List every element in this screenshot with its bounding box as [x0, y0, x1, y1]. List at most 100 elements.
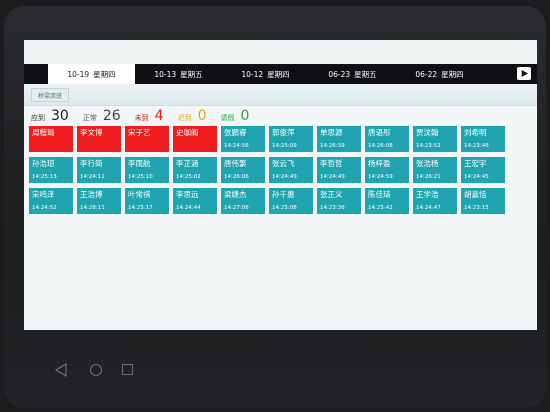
check-in-time: 14:26:08: [368, 143, 393, 149]
stat-late-label: 迟到: [177, 114, 192, 122]
student-name: 王浩博: [80, 190, 103, 199]
student-card[interactable]: 唐伟繁 14:26:06: [221, 157, 265, 183]
student-name: 叶常祺: [128, 190, 151, 199]
student-card[interactable]: 单思源 14:26:59: [317, 126, 361, 152]
class-tab[interactable]: 桥梁双班: [31, 88, 70, 102]
student-card[interactable]: 叶常祺 14:25:17: [125, 188, 169, 214]
student-name: 宋鸣泽: [32, 190, 55, 199]
student-card[interactable]: 孙千惠 14:25:08: [269, 188, 313, 214]
stat-late-value: 0: [197, 108, 207, 124]
student-name: 孙浩琼: [32, 159, 55, 168]
student-card[interactable]: 张云飞 14:24:49: [269, 157, 313, 183]
check-in-time: 14:26:21: [416, 174, 441, 180]
tab-06-23[interactable]: 06-23 星期五: [309, 64, 396, 84]
student-card[interactable]: 胡嘉恬 14:23:15: [461, 188, 505, 214]
check-in-time: 14:23:46: [464, 143, 489, 149]
stat-absent-label: 未到: [134, 114, 149, 122]
next-button[interactable]: [517, 67, 531, 80]
back-icon[interactable]: [54, 363, 68, 377]
tab-10-19[interactable]: 10-19 星期四: [48, 64, 135, 84]
stat-late: 迟到 0: [178, 108, 207, 124]
stat-due-label: 应到: [31, 114, 45, 122]
student-card[interactable]: 李思远 14:24:44: [173, 188, 217, 214]
student-name: 刘希明: [464, 128, 487, 137]
student-card[interactable]: 宋鸣泽 14:24:52: [29, 188, 73, 214]
student-card[interactable]: 李雨航 14:25:10: [125, 157, 169, 183]
tab-date: 06-23: [328, 69, 351, 79]
student-card[interactable]: 李文博: [77, 126, 121, 152]
check-in-time: 14:24:52: [32, 205, 57, 211]
student-name: 郭俊萍: [272, 128, 295, 137]
student-card[interactable]: 王浩博 14:28:11: [77, 188, 121, 214]
recent-apps-icon[interactable]: [122, 364, 133, 375]
student-card[interactable]: 王学浩 14:24:47: [413, 188, 457, 214]
check-in-time: 14:25:10: [128, 174, 153, 180]
check-in-time: 14:23:36: [320, 205, 345, 211]
check-in-time: 14:24:45: [464, 174, 489, 180]
student-card[interactable]: 史珈阁: [173, 126, 217, 152]
tab-weekday: 星期四: [267, 69, 290, 79]
student-name: 周楷璐: [32, 128, 55, 137]
check-in-time: 14:28:11: [80, 205, 105, 211]
check-in-time: 14:24:11: [80, 174, 105, 180]
stat-normal-value: 26: [102, 108, 121, 124]
student-card[interactable]: 王宏宇 14:24:45: [461, 157, 505, 183]
student-name: 张云飞: [272, 159, 295, 168]
check-in-time: 14:24:59: [368, 174, 393, 180]
check-in-time: 14:23:15: [464, 205, 489, 211]
student-card[interactable]: 郭俊萍 14:25:09: [269, 126, 313, 152]
student-card[interactable]: 宋子艺: [125, 126, 169, 152]
check-in-time: 14:24:56: [224, 143, 249, 149]
student-name: 胡嘉恬: [464, 190, 487, 199]
check-in-time: 14:24:49: [320, 174, 345, 180]
student-name: 王学浩: [416, 190, 439, 199]
tab-date: 10-19: [67, 69, 90, 79]
stat-absent: 未到 4: [135, 108, 164, 124]
student-card[interactable]: 张浩杨 14:26:21: [413, 157, 457, 183]
student-name: 贾汶翰: [416, 128, 439, 137]
student-card[interactable]: 张鹏睿 14:24:56: [221, 126, 265, 152]
student-name: 史珈阁: [176, 128, 199, 137]
home-icon[interactable]: [90, 364, 102, 376]
student-name: 唐伟繁: [224, 159, 247, 168]
tab-06-22[interactable]: 06-22 星期四: [396, 64, 483, 84]
student-name: 张正义: [320, 190, 343, 199]
student-name: 王宏宇: [464, 159, 487, 168]
attendance-stats: 应到 30 正常 26 未到 4 迟到 0 请假 0: [31, 108, 263, 124]
check-in-time: 14:25:42: [368, 205, 393, 211]
stat-leave-label: 请假: [220, 114, 235, 122]
check-in-time: 14:25:08: [272, 205, 297, 211]
check-in-time: 14:25:02: [176, 174, 201, 180]
student-name: 李文博: [80, 128, 103, 137]
student-name: 陈佳琦: [368, 190, 391, 199]
stat-leave-value: 0: [240, 108, 250, 124]
tab-date: 06-22: [415, 69, 438, 79]
student-card[interactable]: 刘希明 14:23:46: [461, 126, 505, 152]
student-name: 李哲哲: [320, 159, 343, 168]
student-name: 李雨航: [128, 159, 151, 168]
student-card[interactable]: 张正义 14:23:36: [317, 188, 361, 214]
stat-due: 应到 30: [31, 108, 69, 124]
student-grid: 周楷璐 李文博 宋子艺 史珈阁 张鹏睿 14:24:56 郭俊萍 14:25:09 …: [29, 126, 505, 214]
student-card[interactable]: 梁婕杰 14:27:06: [221, 188, 265, 214]
student-card[interactable]: 陈佳琦 14:25:42: [365, 188, 409, 214]
tab-10-12[interactable]: 10-12 星期四: [222, 64, 309, 84]
student-name: 李芷涵: [176, 159, 199, 168]
top-bar: [24, 40, 537, 64]
student-card[interactable]: 贾汶翰 14:23:52: [413, 126, 457, 152]
student-name: 张浩杨: [416, 159, 439, 168]
student-card[interactable]: 孙浩琼 14:25:13: [29, 157, 73, 183]
check-in-time: 14:24:47: [416, 205, 441, 211]
student-card[interactable]: 周楷璐: [29, 126, 73, 152]
student-card[interactable]: 李芷涵 14:25:02: [173, 157, 217, 183]
class-header: 桥梁双班: [24, 84, 537, 106]
check-in-time: 14:24:44: [176, 205, 201, 211]
student-name: 杨梓盈: [368, 159, 391, 168]
student-card[interactable]: 杨梓盈 14:24:59: [365, 157, 409, 183]
student-card[interactable]: 李行简 14:24:11: [77, 157, 121, 183]
student-card[interactable]: 唐语彤 14:26:08: [365, 126, 409, 152]
stat-leave: 请假 0: [221, 108, 250, 124]
tab-10-13[interactable]: 10-13 星期五: [135, 64, 222, 84]
student-card[interactable]: 李哲哲 14:24:49: [317, 157, 361, 183]
student-name: 唐语彤: [368, 128, 391, 137]
